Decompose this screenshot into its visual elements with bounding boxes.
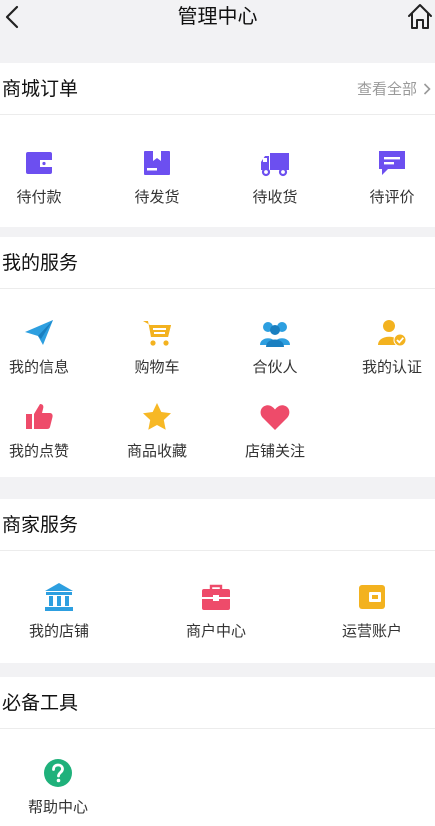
order-item-label: 待收货 <box>252 188 298 206</box>
partners-icon <box>260 322 290 347</box>
service-item-favorites[interactable]: 商品收藏 <box>122 401 192 461</box>
merchant-item-operations-account[interactable]: 运营账户 <box>336 581 408 641</box>
service-item-label: 店铺关注 <box>244 442 305 460</box>
section-title: 我的服务 <box>2 252 79 274</box>
service-item-likes[interactable]: 我的点赞 <box>4 401 74 461</box>
order-item-label: 待发货 <box>134 188 180 206</box>
view-all-link[interactable]: 查看全部 <box>357 77 431 101</box>
page-title: 管理中心 <box>177 4 258 28</box>
tool-item-help-center[interactable]: 帮助中心 <box>22 757 94 817</box>
essential-tools-header: 必备工具 <box>0 677 435 729</box>
merchant-services-header: 商家服务 <box>0 499 435 551</box>
section-title: 商家服务 <box>2 514 79 536</box>
chevron-right-icon <box>423 83 431 95</box>
my-services-section: 我的服务 我的信息 购物车 合伙人 我的认证 我的点赞 商品收藏 店铺关注 <box>0 237 435 477</box>
my-services-header: 我的服务 <box>0 237 435 289</box>
heart-icon <box>260 405 290 430</box>
service-item-my-info[interactable]: 我的信息 <box>4 317 74 377</box>
service-item-followed-shops[interactable]: 店铺关注 <box>240 401 310 461</box>
mall-orders-section: 商城订单 查看全部 待付款 待发货 待收货 待评价 <box>0 63 435 227</box>
order-item-pending-review[interactable]: 待评价 <box>357 147 427 207</box>
help-icon <box>44 759 72 787</box>
store-icon <box>45 583 73 611</box>
section-title: 必备工具 <box>2 692 79 714</box>
wallet-icon <box>26 152 52 174</box>
service-item-label: 合伙人 <box>252 358 298 376</box>
top-nav-bar: 管理中心 <box>0 0 435 44</box>
briefcase-icon <box>202 584 230 610</box>
essential-tools-section: 必备工具 帮助中心 <box>0 677 435 826</box>
cart-icon <box>143 321 171 346</box>
truck-icon <box>261 153 289 177</box>
merchant-item-my-store[interactable]: 我的店铺 <box>23 581 95 641</box>
merchant-item-label: 商户中心 <box>185 622 246 640</box>
mall-orders-header: 商城订单 查看全部 <box>0 63 435 115</box>
order-item-pending-receipt[interactable]: 待收货 <box>240 147 310 207</box>
service-item-verification[interactable]: 我的认证 <box>357 317 427 377</box>
merchant-item-label: 运营账户 <box>341 622 402 640</box>
view-all-label: 查看全部 <box>356 80 417 98</box>
merchant-item-merchant-center[interactable]: 商户中心 <box>180 581 252 641</box>
package-icon <box>144 151 170 175</box>
star-icon <box>143 403 171 430</box>
home-icon[interactable] <box>407 2 433 30</box>
service-item-partners[interactable]: 合伙人 <box>240 317 310 377</box>
service-item-label: 商品收藏 <box>126 442 187 460</box>
service-item-label: 我的认证 <box>361 358 422 376</box>
service-item-label: 我的信息 <box>8 358 69 376</box>
service-item-label: 我的点赞 <box>8 442 69 460</box>
service-item-cart[interactable]: 购物车 <box>122 317 192 377</box>
order-item-pending-payment[interactable]: 待付款 <box>4 147 74 207</box>
merchant-item-label: 我的店铺 <box>28 622 89 640</box>
order-item-label: 待评价 <box>369 188 415 206</box>
order-item-pending-shipment[interactable]: 待发货 <box>122 147 192 207</box>
tool-item-label: 帮助中心 <box>27 798 88 816</box>
paper-plane-icon <box>25 320 53 345</box>
section-title: 商城订单 <box>2 78 79 100</box>
verified-user-icon <box>378 320 407 347</box>
thumbs-up-icon <box>26 404 53 429</box>
merchant-services-section: 商家服务 我的店铺 商户中心 运营账户 <box>0 499 435 663</box>
order-item-label: 待付款 <box>16 188 62 206</box>
comment-icon <box>379 151 405 175</box>
service-item-label: 购物车 <box>134 358 180 376</box>
account-wallet-icon <box>359 585 385 609</box>
